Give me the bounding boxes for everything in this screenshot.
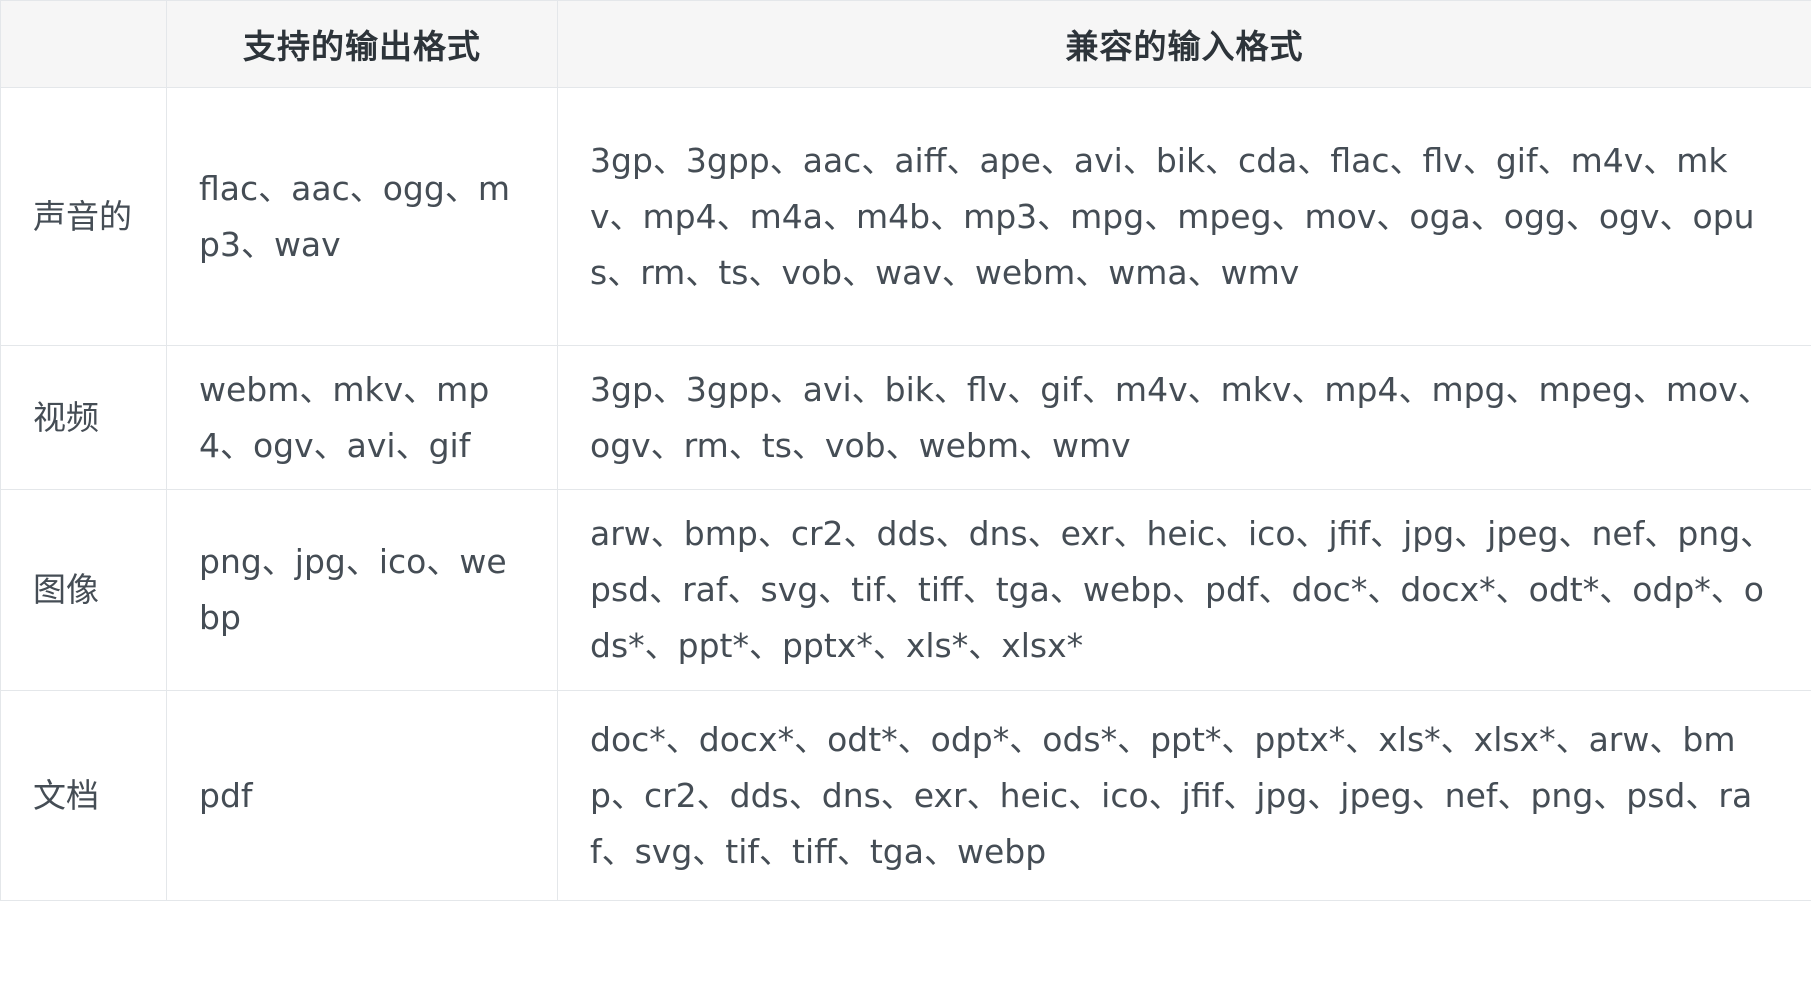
output-formats-cell: pdf	[166, 690, 558, 901]
category-cell: 图像	[0, 489, 167, 691]
category-cell: 文档	[0, 690, 167, 901]
table-row-document: 文档 pdf doc*、docx*、odt*、odp*、ods*、ppt*、pp…	[0, 690, 1811, 901]
header-output-formats: 支持的输出格式	[166, 0, 558, 88]
input-formats-cell: 3gp、3gpp、avi、bik、flv、gif、m4v、mkv、mp4、mpg…	[557, 345, 1811, 490]
output-formats-cell: flac、aac、ogg、mp3、wav	[166, 87, 558, 346]
output-formats-cell: png、jpg、ico、webp	[166, 489, 558, 691]
table-row-image: 图像 png、jpg、ico、webp arw、bmp、cr2、dds、dns、…	[0, 489, 1811, 691]
input-formats-cell: 3gp、3gpp、aac、aiff、ape、avi、bik、cda、flac、f…	[557, 87, 1811, 346]
category-cell: 视频	[0, 345, 167, 490]
format-table-container: 支持的输出格式 兼容的输入格式 声音的 flac、aac、ogg、mp3、wav…	[0, 0, 1811, 1005]
category-cell: 声音的	[0, 87, 167, 346]
input-formats-cell: arw、bmp、cr2、dds、dns、exr、heic、ico、jfif、jp…	[557, 489, 1811, 691]
table-row-video: 视频 webm、mkv、mp4、ogv、avi、gif 3gp、3gpp、avi…	[0, 345, 1811, 490]
table-header: 支持的输出格式 兼容的输入格式	[0, 0, 1811, 88]
header-input-formats: 兼容的输入格式	[557, 0, 1811, 88]
table-body: 声音的 flac、aac、ogg、mp3、wav 3gp、3gpp、aac、ai…	[0, 87, 1811, 901]
input-formats-cell: doc*、docx*、odt*、odp*、ods*、ppt*、pptx*、xls…	[557, 690, 1811, 901]
format-support-table: 支持的输出格式 兼容的输入格式 声音的 flac、aac、ogg、mp3、wav…	[0, 0, 1811, 901]
output-formats-cell: webm、mkv、mp4、ogv、avi、gif	[166, 345, 558, 490]
header-category	[0, 0, 167, 88]
table-row-audio: 声音的 flac、aac、ogg、mp3、wav 3gp、3gpp、aac、ai…	[0, 87, 1811, 346]
header-row: 支持的输出格式 兼容的输入格式	[0, 0, 1811, 88]
